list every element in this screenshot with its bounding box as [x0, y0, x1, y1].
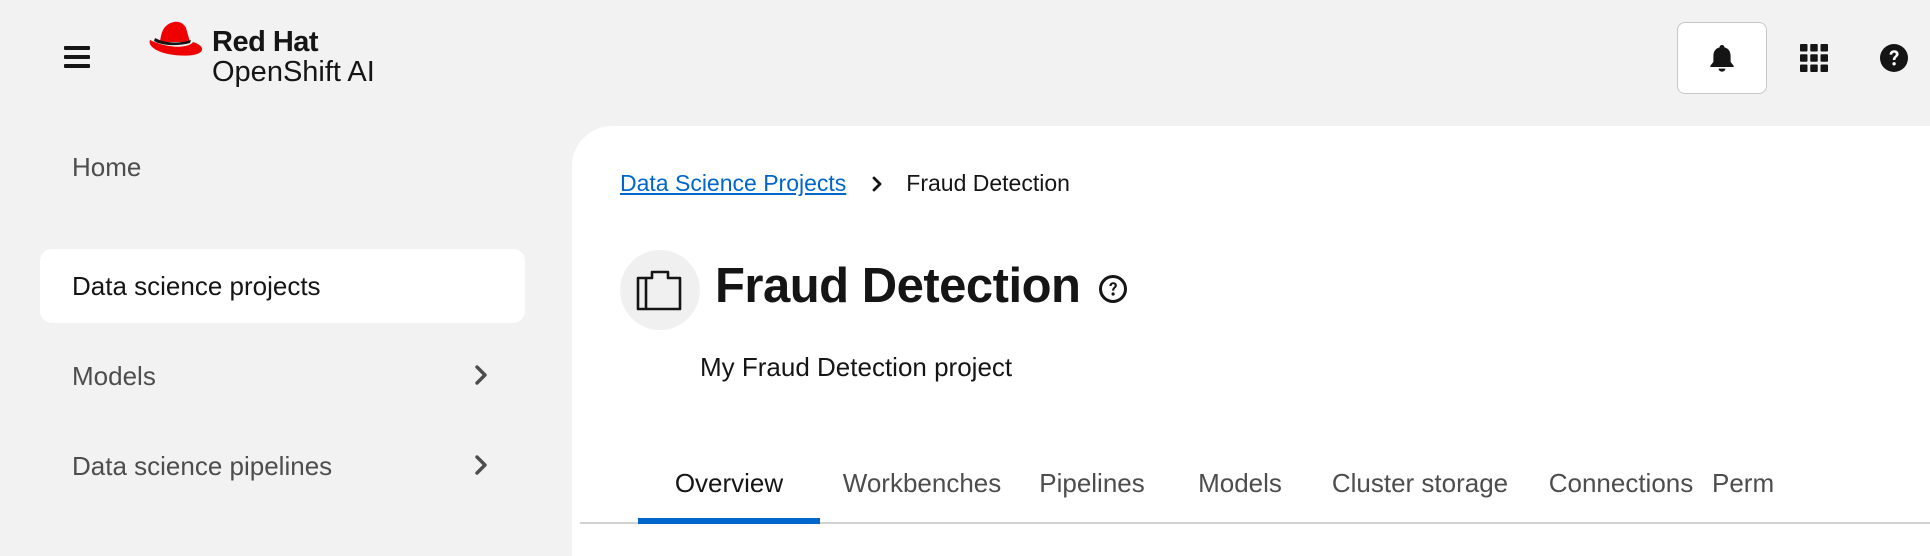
- project-folder-icon: [636, 270, 682, 311]
- tab-label: Connections: [1548, 468, 1694, 498]
- sidebar-item-label: Home: [72, 151, 142, 182]
- tab-models[interactable]: Models: [1180, 462, 1300, 522]
- tab-label: Workbenches: [842, 468, 1002, 498]
- sidebar-item-models[interactable]: Models: [40, 339, 525, 413]
- tab-permissions[interactable]: Perm: [1712, 462, 1812, 522]
- product-name: OpenShift AI: [212, 56, 375, 88]
- notifications-button[interactable]: [1677, 22, 1767, 94]
- breadcrumb: Data Science Projects Fraud Detection: [620, 170, 1070, 197]
- sidebar-item-data-science-pipelines[interactable]: Data science pipelines: [40, 429, 525, 503]
- sidebar-nav: Home Data science projects Models Data s…: [0, 118, 570, 536]
- application-launcher-button[interactable]: [1796, 40, 1832, 76]
- apps-grid-icon: [1800, 44, 1828, 72]
- brand-name: Red Hat: [212, 26, 319, 58]
- chevron-right-icon: [475, 365, 487, 385]
- sidebar-item-data-science-projects[interactable]: Data science projects: [40, 249, 525, 323]
- tab-label: Pipelines: [1039, 468, 1145, 498]
- sidebar-item-label: Data science pipelines: [72, 450, 333, 481]
- tab-workbenches[interactable]: Workbenches: [832, 462, 1012, 522]
- project-description: My Fraud Detection project: [700, 352, 1013, 382]
- tab-label: Perm: [1712, 468, 1775, 498]
- help-icon[interactable]: [1098, 274, 1128, 304]
- page-title: Fraud Detection: [715, 259, 1081, 313]
- main-content: Data Science Projects Fraud Detection Fr…: [572, 126, 1930, 556]
- red-hat-logo-icon: [149, 21, 203, 56]
- help-button[interactable]: [1878, 42, 1910, 74]
- chevron-right-icon: [872, 176, 882, 192]
- chevron-right-icon: [475, 455, 487, 475]
- tab-label: Models: [1198, 468, 1282, 498]
- tab-overview[interactable]: Overview: [638, 462, 820, 524]
- tab-label: Overview: [674, 468, 784, 498]
- bell-icon: [1710, 45, 1734, 72]
- help-icon: [1880, 44, 1908, 72]
- breadcrumb-current: Fraud Detection: [906, 170, 1070, 196]
- project-icon-badge: [620, 250, 700, 330]
- sidebar-item-home[interactable]: Home: [40, 130, 525, 204]
- tab-cluster-storage[interactable]: Cluster storage: [1320, 462, 1520, 522]
- hamburger-menu-icon[interactable]: [64, 46, 90, 68]
- brand-logo[interactable]: Red Hat OpenShift AI: [146, 20, 406, 90]
- tab-label: Cluster storage: [1331, 468, 1509, 498]
- tab-pipelines[interactable]: Pipelines: [1023, 462, 1161, 522]
- sidebar-item-label: Data science projects: [72, 270, 321, 301]
- project-tabs: Overview Workbenches Pipelines Models Cl…: [580, 462, 1930, 524]
- sidebar-item-label: Models: [72, 360, 156, 391]
- masthead: Red Hat OpenShift AI: [0, 0, 1930, 118]
- tab-connections[interactable]: Connections: [1536, 462, 1706, 522]
- breadcrumb-link-projects[interactable]: Data Science Projects: [620, 170, 846, 197]
